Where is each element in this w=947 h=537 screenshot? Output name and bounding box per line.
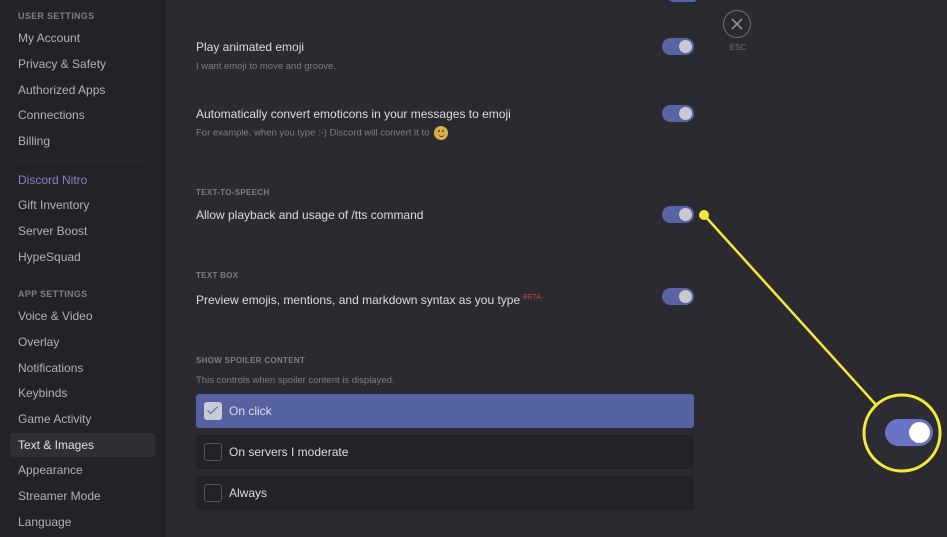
sidebar-item-game-activity[interactable]: Game Activity: [10, 407, 155, 431]
toggle-tts[interactable]: [662, 206, 694, 223]
preview-markdown-text: Preview emojis, mentions, and markdown s…: [196, 293, 521, 307]
setting-desc-convert-emoticons: For example, when you type :-) Discord w…: [196, 126, 449, 140]
sidebar-item-appearance[interactable]: Appearance: [10, 458, 155, 482]
close-button[interactable]: [723, 10, 751, 38]
section-label-text-box: TEXT BOX: [196, 271, 239, 280]
checkbox-checked-icon: [204, 402, 222, 420]
setting-title-convert-emoticons: Automatically convert emoticons in your …: [196, 107, 511, 121]
settings-content: Play animated emoji I want emoji to move…: [166, 0, 947, 537]
setting-title-animated-emoji: Play animated emoji: [196, 40, 305, 54]
sidebar-header-user-settings: USER SETTINGS: [18, 11, 95, 21]
section-label-tts: TEXT-TO-SPEECH: [196, 188, 270, 197]
sidebar-item-discord-nitro[interactable]: Discord Nitro: [10, 168, 155, 192]
toggle-preview-markdown[interactable]: [662, 288, 694, 305]
toggle-animated-emoji[interactable]: [662, 38, 694, 55]
spoiler-option-always[interactable]: Always: [196, 476, 694, 510]
sidebar-item-keybinds[interactable]: Keybinds: [10, 381, 155, 405]
esc-label: ESC: [729, 43, 747, 52]
spoiler-option-on-click[interactable]: On click: [196, 394, 694, 428]
setting-desc-animated-emoji: I want emoji to move and groove.: [196, 61, 336, 72]
sidebar-item-hypesquad[interactable]: HypeSquad: [10, 245, 155, 269]
section-label-spoiler: SHOW SPOILER CONTENT: [196, 356, 306, 365]
checkbox-empty-icon: [204, 484, 222, 502]
setting-title-tts: Allow playback and usage of /tts command: [196, 208, 424, 222]
settings-window: USER SETTINGS My Account Privacy & Safet…: [0, 0, 947, 537]
toggle-knob: [679, 107, 692, 120]
toggle-knob: [679, 290, 692, 303]
toggle-knob: [679, 40, 692, 53]
checkbox-empty-icon: [204, 443, 222, 461]
spoiler-option-servers-moderate[interactable]: On servers I moderate: [196, 435, 694, 469]
sidebar-item-connections[interactable]: Connections: [10, 103, 155, 127]
sidebar-item-authorized-apps[interactable]: Authorized Apps: [10, 78, 155, 102]
sidebar-item-text-images[interactable]: Text & Images: [10, 433, 155, 457]
sidebar-item-billing[interactable]: Billing: [10, 129, 155, 153]
toggle-knob: [679, 208, 692, 221]
sidebar-item-language[interactable]: Language: [10, 510, 155, 534]
toggle-knob: [909, 422, 930, 443]
convert-emoticons-desc-text: For example, when you type :-) Discord w…: [196, 127, 430, 139]
sidebar-item-voice-video[interactable]: Voice & Video: [10, 304, 155, 328]
callout-toggle-magnified: [885, 419, 933, 446]
option-label: Always: [229, 486, 268, 500]
toggle-partially-visible[interactable]: [668, 0, 698, 2]
sidebar-header-app-settings: APP SETTINGS: [18, 289, 88, 299]
option-label: On servers I moderate: [229, 445, 349, 459]
sidebar-item-overlay[interactable]: Overlay: [10, 330, 155, 354]
sidebar-item-my-account[interactable]: My Account: [10, 26, 155, 50]
close-icon: [731, 18, 743, 30]
sidebar-item-server-boost[interactable]: Server Boost: [10, 219, 155, 243]
sidebar-item-notifications[interactable]: Notifications: [10, 356, 155, 380]
sidebar-item-streamer-mode[interactable]: Streamer Mode: [10, 484, 155, 508]
sidebar-item-privacy-safety[interactable]: Privacy & Safety: [10, 52, 155, 76]
sidebar-divider: [18, 161, 148, 162]
toggle-convert-emoticons[interactable]: [662, 105, 694, 122]
setting-title-preview-markdown: Preview emojis, mentions, and markdown s…: [196, 293, 541, 307]
slightly-smiling-face-icon: [434, 126, 449, 140]
settings-sidebar: USER SETTINGS My Account Privacy & Safet…: [0, 0, 166, 537]
setting-desc-spoiler: This controls when spoiler content is di…: [196, 375, 395, 386]
sidebar-item-gift-inventory[interactable]: Gift Inventory: [10, 193, 155, 217]
option-label: On click: [229, 404, 272, 418]
beta-badge: BETA: [523, 294, 541, 301]
